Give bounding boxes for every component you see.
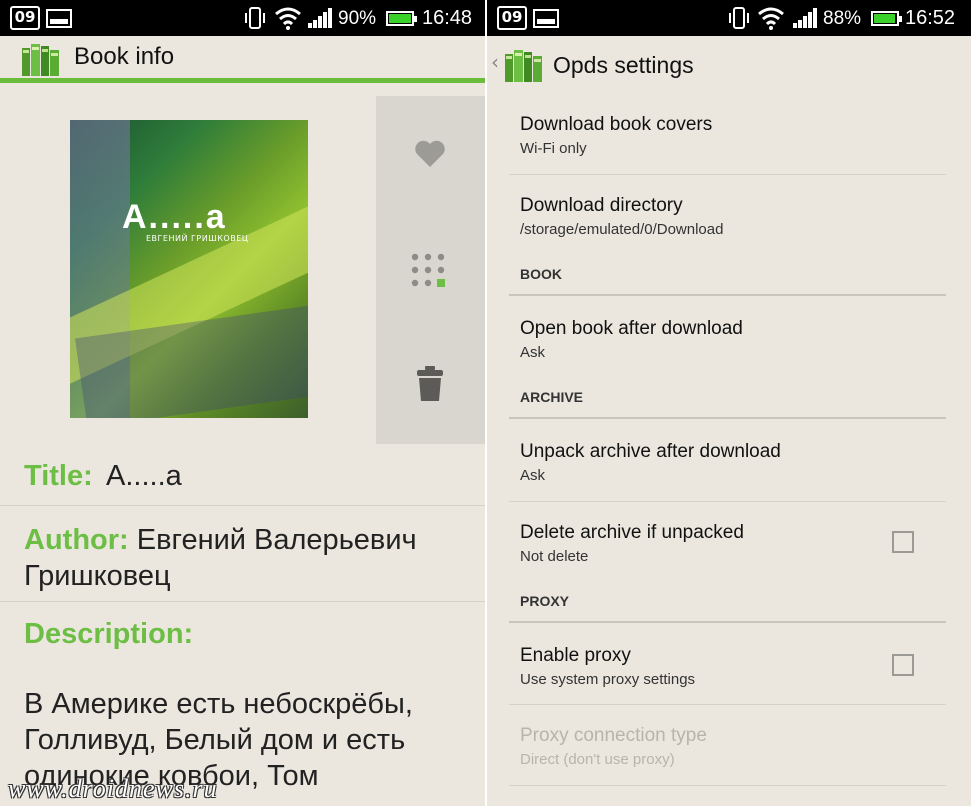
book-info-screen: 09 90% 16:48 Book info А.....а ЕВГЕНИЙ Г… xyxy=(0,0,485,806)
signal-icon xyxy=(793,8,817,28)
author-row: Author: Евгений Валерьевич Гришковец xyxy=(0,506,485,602)
wifi-icon xyxy=(758,7,784,30)
title-row: Title: А.....а xyxy=(0,444,485,506)
pref-title: Delete archive if unpacked xyxy=(520,522,744,543)
pref-summary: Not delete xyxy=(520,548,589,565)
watermark: www.droidnews.ru xyxy=(8,774,218,803)
opds-settings-screen: 09 88% 16:52 ‹ Opds settings Download bo… xyxy=(487,0,971,806)
header-divider xyxy=(0,78,485,83)
author-label: Author: xyxy=(24,524,129,556)
pref-summary: Wi-Fi only xyxy=(520,140,587,157)
pref-proxy-connection-type: Proxy connection type Direct (don't use … xyxy=(509,705,946,786)
description-label: Description: xyxy=(24,618,194,650)
heart-icon[interactable] xyxy=(414,140,446,168)
pref-summary: Ask xyxy=(520,344,546,361)
battery-percent: 90% xyxy=(338,8,377,29)
pref-open-after-download[interactable]: Open book after download Ask xyxy=(509,298,946,378)
signal-icon xyxy=(308,8,332,28)
page-title: Opds settings xyxy=(553,52,694,78)
pref-title: Download book covers xyxy=(520,114,713,135)
pref-title: Open book after download xyxy=(520,318,743,339)
book-cover[interactable]: А.....а ЕВГЕНИЙ ГРИШКОВЕЦ xyxy=(70,120,308,418)
pref-enable-proxy[interactable]: Enable proxy Use system proxy settings xyxy=(509,625,946,705)
battery-icon xyxy=(386,11,417,26)
cover-area: А.....а ЕВГЕНИЙ ГРИШКОВЕЦ xyxy=(0,96,376,444)
action-bar: ‹ Opds settings xyxy=(487,36,971,94)
section-header-archive: ARCHIVE xyxy=(509,389,946,419)
app-logo-books-icon[interactable] xyxy=(20,42,64,78)
enable-proxy-checkbox[interactable] xyxy=(892,654,914,676)
vibrate-icon xyxy=(245,7,265,29)
section-header-proxy: PROXY xyxy=(509,593,946,623)
pref-delete-archive[interactable]: Delete archive if unpacked Not delete xyxy=(509,502,946,582)
book-actions-panel xyxy=(376,96,485,444)
pref-download-covers[interactable]: Download book covers Wi-Fi only xyxy=(509,94,946,175)
gallery-icon xyxy=(533,9,559,28)
calendar-icon: 09 xyxy=(497,6,527,30)
clock: 16:48 xyxy=(422,7,473,29)
wifi-icon xyxy=(275,7,301,30)
battery-percent: 88% xyxy=(823,8,862,29)
back-chevron-icon[interactable]: ‹ xyxy=(491,50,499,74)
vibrate-icon xyxy=(729,7,749,29)
calendar-icon: 09 xyxy=(10,6,40,30)
cover-author: ЕВГЕНИЙ ГРИШКОВЕЦ xyxy=(146,234,249,243)
delete-archive-checkbox[interactable] xyxy=(892,531,914,553)
cover-title: А.....а xyxy=(122,198,227,236)
gallery-icon xyxy=(46,9,72,28)
status-bar: 09 88% 16:52 xyxy=(487,0,971,36)
pref-unpack-archive[interactable]: Unpack archive after download Ask xyxy=(509,421,946,502)
grid-icon[interactable] xyxy=(410,252,450,288)
pref-title: Download directory xyxy=(520,195,683,216)
clock: 16:52 xyxy=(905,7,956,29)
status-bar: 09 90% 16:48 xyxy=(0,0,485,36)
pref-title: Proxy connection type xyxy=(520,725,707,746)
section-header-book: BOOK xyxy=(509,266,946,296)
trash-icon[interactable] xyxy=(416,366,444,402)
pref-title: Enable proxy xyxy=(520,645,631,666)
app-logo-books-icon[interactable] xyxy=(503,48,547,84)
pref-download-directory[interactable]: Download directory /storage/emulated/0/D… xyxy=(509,175,946,255)
pref-summary: Ask xyxy=(520,467,546,484)
pref-summary: /storage/emulated/0/Download xyxy=(520,221,724,238)
pref-summary: Direct (don't use proxy) xyxy=(520,751,675,768)
action-bar: Book info xyxy=(0,36,485,80)
title-label: Title: xyxy=(24,460,93,492)
battery-icon xyxy=(871,11,902,26)
pref-title: Unpack archive after download xyxy=(520,441,781,462)
page-title: Book info xyxy=(74,43,175,70)
title-value: А.....а xyxy=(106,460,182,492)
pref-summary: Use system proxy settings xyxy=(520,671,696,688)
